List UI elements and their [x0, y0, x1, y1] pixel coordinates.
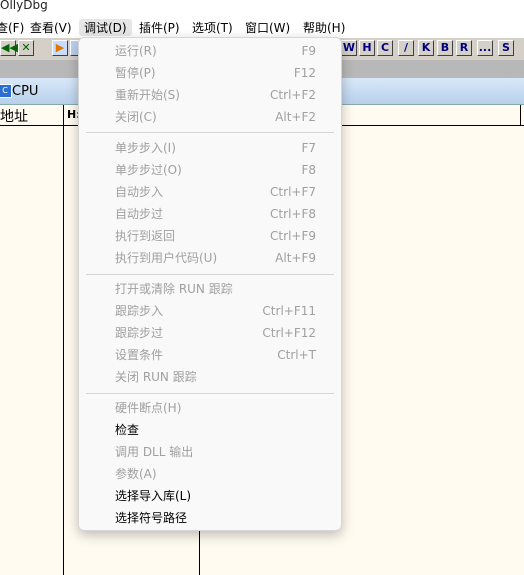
menu-item-label: 硬件断点(H)	[115, 401, 182, 415]
menu-item-shortcut: Alt+F9	[275, 251, 316, 265]
menu-item-trace-over[interactable]: 跟踪步过 Ctrl+F12	[79, 322, 341, 344]
menu-item-run[interactable]: 运行(R) F9	[79, 40, 341, 62]
menu-item-shortcut: Ctrl+F7	[270, 185, 316, 199]
menu-separator	[86, 132, 334, 133]
menu-item-step-over[interactable]: 单步步过(O) F8	[79, 159, 341, 181]
menu-item-shortcut: Ctrl+T	[277, 348, 316, 362]
menu-item-execute-till-return[interactable]: 执行到返回 Ctrl+F9	[79, 225, 341, 247]
column-divider[interactable]	[63, 105, 64, 575]
menu-debug[interactable]: 调试(D)	[79, 19, 132, 36]
source-button[interactable]: S	[498, 40, 514, 56]
handles-button[interactable]: H	[359, 40, 375, 56]
cpu-icon: C	[0, 84, 12, 98]
close-process-button[interactable]: ✕	[18, 40, 34, 56]
rewind-button[interactable]: ◀◀	[0, 40, 18, 56]
breakpoints-button[interactable]: B	[437, 40, 453, 56]
menu-item-select-import-libraries[interactable]: 选择导入库(L)	[79, 485, 341, 507]
menu-item-shortcut: F12	[293, 66, 316, 80]
menu-item-label: 执行到返回	[115, 229, 176, 243]
menu-item-label: 运行(R)	[115, 44, 157, 58]
menu-item-label: 自动步入	[115, 185, 164, 199]
window-title: OllyDbg	[0, 0, 48, 12]
menu-item-shortcut: Ctrl+F9	[270, 229, 316, 243]
menu-item-select-symbol-path[interactable]: 选择符号路径	[79, 507, 341, 529]
menu-item-label: 设置条件	[115, 348, 164, 362]
menu-item-restart[interactable]: 重新开始(S) Ctrl+F2	[79, 84, 341, 106]
title-bar: OllyDbg	[0, 0, 524, 16]
menu-item-shortcut: Ctrl+F8	[270, 207, 316, 221]
menu-bar: 查(F) 查看(V) 调试(D) 插件(P) 选项(T) 窗口(W) 帮助(H)	[0, 16, 524, 38]
menu-view[interactable]: 查看(V)	[30, 19, 72, 36]
menu-item-open-clear-run-trace[interactable]: 打开或清除 RUN 跟踪	[79, 278, 341, 300]
menu-item-label: 选择符号路径	[115, 511, 188, 525]
menu-item-label: 检查	[115, 423, 140, 437]
menu-item-shortcut: F7	[301, 141, 316, 155]
menu-item-trace-into[interactable]: 跟踪步入 Ctrl+F11	[79, 300, 341, 322]
menu-item-label: 执行到用户代码(U)	[115, 251, 218, 265]
menu-item-close[interactable]: 关闭(C) Alt+F2	[79, 106, 341, 128]
menu-item-animate-into[interactable]: 自动步入 Ctrl+F7	[79, 181, 341, 203]
menu-item-label: 参数(A)	[115, 467, 157, 481]
menu-item-label: 自动步过	[115, 207, 164, 221]
column-divider[interactable]	[520, 105, 521, 125]
call-stack-button[interactable]: K	[418, 40, 434, 56]
menu-item-shortcut: F8	[301, 163, 316, 177]
menu-item-shortcut: Ctrl+F12	[262, 326, 316, 340]
menu-item-inspect[interactable]: 检查	[79, 419, 341, 441]
menu-item-hardware-breakpoints[interactable]: 硬件断点(H)	[79, 397, 341, 419]
menu-item-label: 选择导入库(L)	[115, 489, 192, 503]
menu-item-label: 暂停(P)	[115, 66, 156, 80]
menu-file[interactable]: 查(F)	[0, 19, 24, 36]
menu-item-shortcut: Ctrl+F2	[270, 88, 316, 102]
menu-item-animate-over[interactable]: 自动步过 Ctrl+F8	[79, 203, 341, 225]
menu-item-shortcut: F9	[301, 44, 316, 58]
menu-item-shortcut: Alt+F2	[275, 110, 316, 124]
patches-button[interactable]: /	[398, 40, 414, 56]
address-column-header[interactable]: 地址	[0, 106, 28, 126]
menu-item-pause[interactable]: 暂停(P) F12	[79, 62, 341, 84]
menu-item-label: 调用 DLL 输出	[115, 445, 194, 459]
menu-item-label: 关闭 RUN 跟踪	[115, 370, 197, 384]
menu-item-label: 重新开始(S)	[115, 88, 180, 102]
windows-list-button[interactable]: W	[341, 40, 357, 56]
menu-item-step-into[interactable]: 单步步入(I) F7	[79, 137, 341, 159]
run-button[interactable]: ▶	[52, 40, 68, 56]
menu-options[interactable]: 选项(T)	[192, 19, 233, 36]
menu-item-arguments[interactable]: 参数(A)	[79, 463, 341, 485]
menu-separator	[86, 393, 334, 394]
menu-item-close-run-trace[interactable]: 关闭 RUN 跟踪	[79, 366, 341, 388]
run-trace-button[interactable]: ...	[477, 40, 493, 56]
menu-help[interactable]: 帮助(H)	[303, 19, 345, 36]
debug-menu-dropdown: 运行(R) F9 暂停(P) F12 重新开始(S) Ctrl+F2 关闭(C) Alt…	[78, 37, 342, 531]
menu-item-label: 跟踪步入	[115, 304, 164, 318]
menu-item-call-dll-export[interactable]: 调用 DLL 输出	[79, 441, 341, 463]
menu-item-label: 关闭(C)	[115, 110, 157, 124]
menu-item-label: 打开或清除 RUN 跟踪	[115, 282, 233, 296]
cpu-button[interactable]: C	[377, 40, 393, 56]
menu-item-label: 跟踪步过	[115, 326, 164, 340]
menu-item-set-condition[interactable]: 设置条件 Ctrl+T	[79, 344, 341, 366]
menu-item-label: 单步步过(O)	[115, 163, 182, 177]
cpu-window-title: CPU	[12, 84, 39, 99]
menu-item-label: 单步步入(I)	[115, 141, 176, 155]
menu-separator	[86, 274, 334, 275]
menu-plugins[interactable]: 插件(P)	[139, 19, 180, 36]
menu-window[interactable]: 窗口(W)	[245, 19, 290, 36]
menu-item-shortcut: Ctrl+F11	[262, 304, 316, 318]
menu-item-execute-till-user-code[interactable]: 执行到用户代码(U) Alt+F9	[79, 247, 341, 269]
references-button[interactable]: R	[456, 40, 472, 56]
